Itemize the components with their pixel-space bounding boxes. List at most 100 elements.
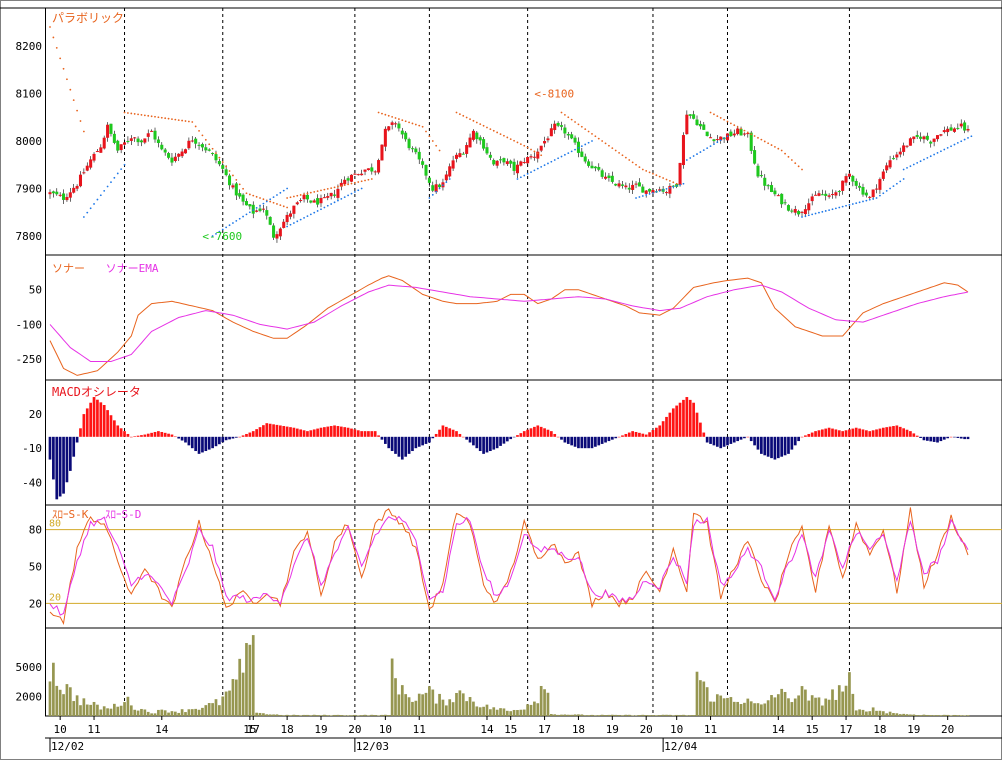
volume-bar xyxy=(564,714,567,716)
sar-dot xyxy=(83,131,85,133)
macd-bar xyxy=(882,428,885,437)
volume-bar xyxy=(62,694,65,716)
volume-bar xyxy=(723,698,726,716)
sar-dot xyxy=(188,121,190,123)
macd-bar xyxy=(509,437,512,439)
macd-bar xyxy=(868,431,871,437)
sar-dot xyxy=(899,180,901,182)
candle-body xyxy=(519,161,522,165)
macd-bar xyxy=(72,437,75,457)
sar-dot xyxy=(422,126,424,128)
volume-bar xyxy=(784,692,787,716)
sar-dot xyxy=(588,131,590,133)
candle-body xyxy=(848,174,851,177)
sar-dot xyxy=(354,191,356,193)
candle-body xyxy=(584,156,587,161)
macd-bar xyxy=(699,423,702,437)
sar-dot xyxy=(794,162,796,164)
candle-body xyxy=(194,139,197,144)
volume-bar xyxy=(370,715,373,716)
sar-dot xyxy=(483,125,485,127)
macd-bar xyxy=(83,414,86,437)
candle-body xyxy=(950,127,953,130)
volume-bar xyxy=(157,710,160,716)
sar-dot xyxy=(943,149,945,151)
volume-bar xyxy=(154,713,157,716)
macd-bar xyxy=(733,437,736,443)
volume-bar xyxy=(794,698,797,716)
volume-bar xyxy=(269,714,272,716)
candle-body xyxy=(238,193,241,196)
sar-dot xyxy=(263,198,265,200)
macd-bar xyxy=(113,420,116,436)
sar-dot xyxy=(361,180,363,182)
macd-bar xyxy=(99,402,102,436)
sar-dot xyxy=(273,196,275,198)
volume-bar xyxy=(929,715,932,716)
sar-dot xyxy=(930,155,932,157)
candle-body xyxy=(943,130,946,132)
macd-bar xyxy=(499,437,502,446)
y-tick-label: 8200 xyxy=(16,40,43,53)
volume-bar xyxy=(963,715,966,716)
volume-bar xyxy=(692,715,695,716)
sar-dot xyxy=(713,113,715,115)
volume-bar xyxy=(621,715,624,716)
volume-bar xyxy=(845,686,848,716)
candle-body xyxy=(607,176,610,178)
macd-bar xyxy=(489,437,492,451)
sar-dot xyxy=(171,118,173,120)
volume-bar xyxy=(699,680,702,716)
x-tick-label: 11 xyxy=(704,723,717,736)
sar-dot xyxy=(686,159,688,161)
sar-dot xyxy=(273,202,275,204)
volume-bar xyxy=(238,659,241,716)
macd-bar xyxy=(655,428,658,437)
macd-bar xyxy=(184,437,187,443)
sar-dot xyxy=(242,216,244,218)
macd-bar xyxy=(482,437,485,454)
candle-body xyxy=(336,189,339,198)
sar-dot xyxy=(540,166,542,168)
sar-dot xyxy=(371,178,373,180)
candle-body xyxy=(164,150,167,153)
macd-bar xyxy=(421,437,424,446)
candle-body xyxy=(69,192,72,197)
volume-bar xyxy=(381,715,384,716)
volume-bar xyxy=(316,715,319,716)
sar-dot xyxy=(107,186,109,188)
candle-body xyxy=(865,193,868,196)
candle-body xyxy=(391,122,394,125)
volume-bar xyxy=(777,694,780,716)
volume-bar xyxy=(116,707,119,716)
sar-dot xyxy=(503,135,505,137)
sar-dot xyxy=(608,145,610,147)
sar-dot xyxy=(740,128,742,130)
macd-bar xyxy=(780,437,783,457)
sar-dot xyxy=(693,155,695,157)
sar-dot xyxy=(249,194,251,196)
macd-bar xyxy=(276,425,279,437)
sar-dot xyxy=(113,177,115,179)
macd-bar xyxy=(506,437,509,442)
candle-body xyxy=(570,134,573,138)
macd-bar xyxy=(49,437,52,460)
sar-dot xyxy=(462,115,464,117)
sar-dot xyxy=(229,224,231,226)
legend-stoch-d: ｽﾛｰS-D xyxy=(105,508,141,521)
sar-dot xyxy=(896,183,898,185)
sar-dot xyxy=(300,219,302,221)
volume-bar xyxy=(249,645,252,716)
volume-bar xyxy=(245,643,248,716)
candle-body xyxy=(665,192,668,193)
candle-body xyxy=(831,194,834,195)
candle-body xyxy=(272,225,275,237)
sar-dot xyxy=(910,165,912,167)
sar-dot xyxy=(771,144,773,146)
macd-bar xyxy=(347,428,350,437)
volume-bar xyxy=(733,702,736,716)
macd-bar xyxy=(448,428,451,437)
volume-bar xyxy=(814,698,817,716)
sar-dot xyxy=(317,210,319,212)
candle-body xyxy=(475,133,478,140)
